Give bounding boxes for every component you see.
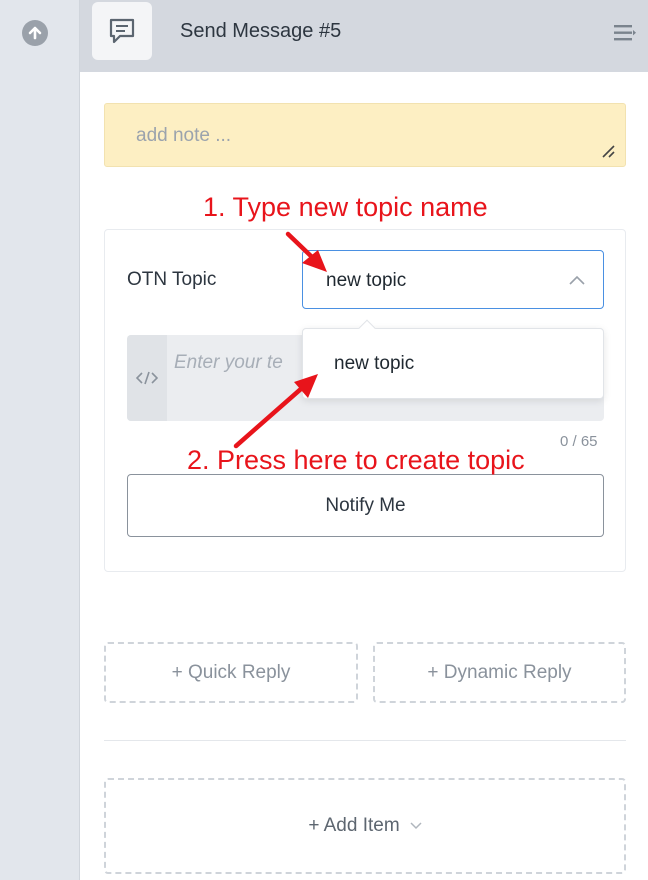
add-item-button[interactable]: + Add Item [104,778,626,874]
annotation-step-1: 1. Type new topic name [203,192,488,222]
topic-dropdown: new topic [302,319,604,399]
otn-topic-value: new topic [326,270,407,291]
chevron-down-icon [410,822,422,830]
annotation-step-2: 2. Press here to create topic [187,445,525,475]
note-textarea[interactable]: add note ... [104,103,626,167]
note-placeholder: add note ... [136,125,232,146]
left-rail [0,0,80,880]
chevron-up-icon[interactable] [569,275,585,285]
code-icon-strip[interactable] [127,335,167,421]
code-icon [136,371,158,385]
quick-reply-button[interactable]: + Quick Reply [104,642,358,703]
divider [104,740,626,741]
menu-icon[interactable] [614,24,636,42]
page-title: Send Message #5 [180,20,342,42]
otn-topic-select[interactable]: new topic [302,250,604,309]
message-icon-box [92,2,152,60]
dynamic-reply-button[interactable]: + Dynamic Reply [373,642,626,703]
message-placeholder: Enter your te [174,352,283,373]
add-item-label: + Add Item [308,815,400,836]
notify-me-button[interactable]: Notify Me [127,474,604,537]
arrow-up-circle-icon[interactable] [22,20,48,46]
otn-topic-label: OTN Topic [127,269,217,290]
dropdown-option-new-topic[interactable]: new topic [334,353,414,375]
message-icon [109,18,135,44]
char-counter: 0 / 65 [560,433,598,450]
resize-handle-icon[interactable] [601,144,615,158]
header: Send Message #5 [80,0,648,72]
